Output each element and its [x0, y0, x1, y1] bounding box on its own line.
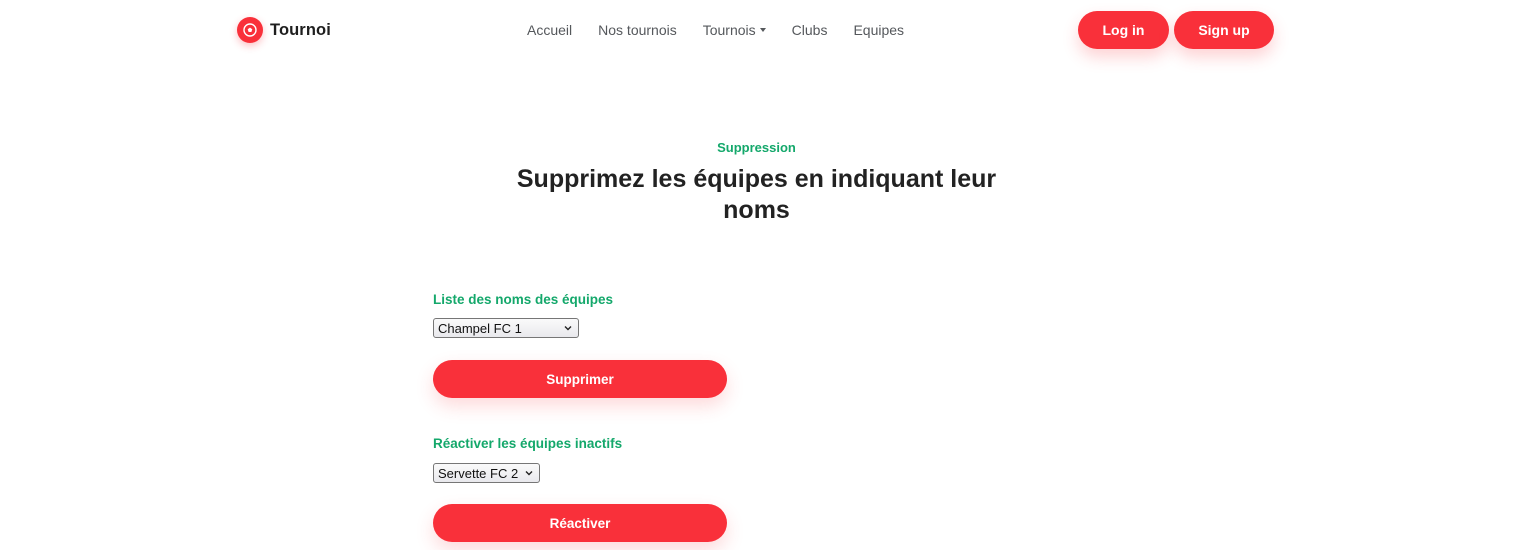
team-list-label: Liste des noms des équipes	[433, 292, 614, 307]
nav-link-clubs[interactable]: Clubs	[792, 22, 828, 38]
chevron-down-icon	[564, 326, 572, 331]
section-eyebrow: Suppression	[717, 140, 796, 155]
team-select-value: Champel FC 1	[438, 320, 522, 336]
nav-dropdown-tournois-label: Tournois	[702, 22, 756, 38]
page-title: Supprimez les équipes en indiquant leur …	[516, 165, 997, 224]
brand-link[interactable]: Tournoi	[237, 17, 331, 43]
login-button[interactable]: Log in	[1078, 11, 1169, 49]
inactive-team-select[interactable]: Servette FC 2	[433, 463, 540, 483]
brand-name: Tournoi	[270, 20, 331, 39]
chevron-down-icon	[525, 471, 533, 476]
nav-link-nos-tournois[interactable]: Nos tournois	[598, 22, 677, 38]
nav-link-accueil[interactable]: Accueil	[527, 22, 572, 38]
soccer-ball-icon	[237, 17, 263, 43]
reactivate-button[interactable]: Réactiver	[433, 504, 727, 542]
nav-link-equipes[interactable]: Equipes	[853, 22, 904, 38]
signup-button[interactable]: Sign up	[1174, 11, 1274, 49]
inactive-team-select-value: Servette FC 2	[438, 465, 519, 481]
delete-button[interactable]: Supprimer	[433, 360, 727, 398]
main-nav: Accueil Nos tournois Tournois Clubs Equi…	[527, 20, 904, 40]
navbar: Tournoi Accueil Nos tournois Tournois Cl…	[0, 0, 1525, 60]
nav-dropdown-tournois[interactable]: Tournois	[703, 22, 766, 38]
inactive-teams-label: Réactiver les équipes inactifs	[433, 436, 623, 451]
caret-down-icon	[759, 28, 766, 32]
team-select[interactable]: Champel FC 1	[433, 318, 579, 338]
